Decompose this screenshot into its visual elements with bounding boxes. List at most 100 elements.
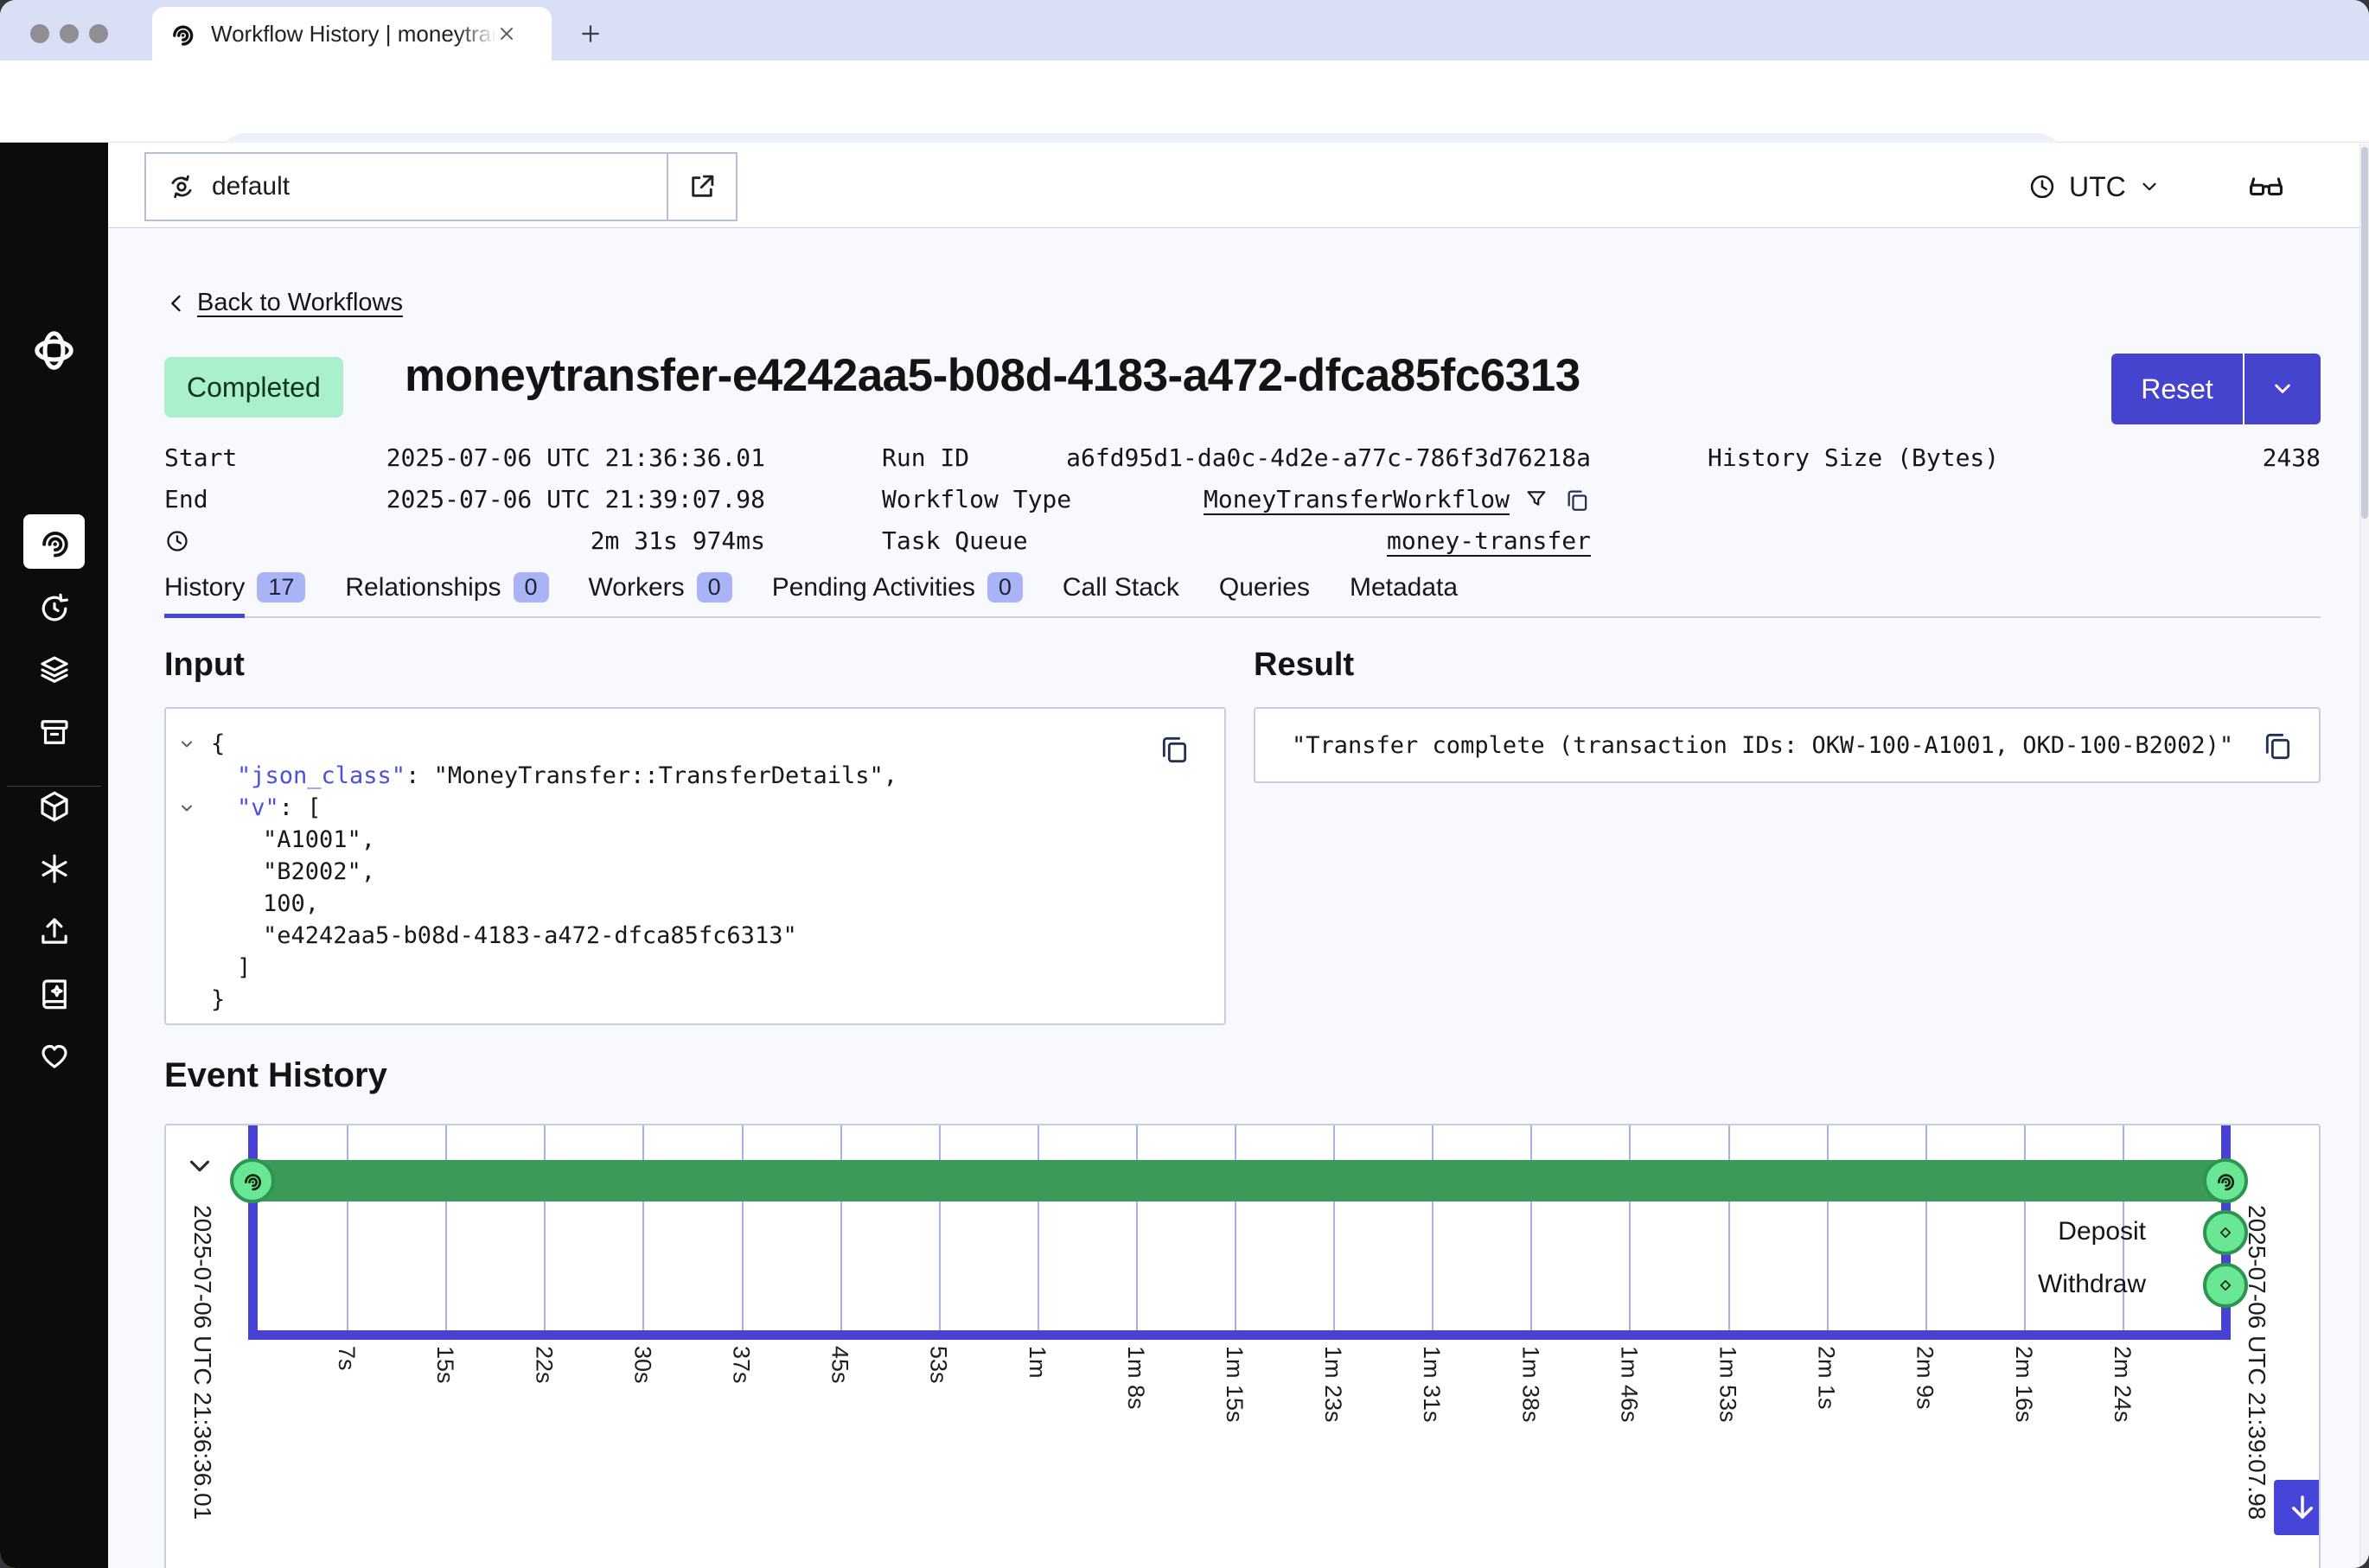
start-value: 2025-07-06 UTC 21:36:36.01 bbox=[386, 443, 765, 472]
favicon-temporal-icon bbox=[168, 19, 197, 48]
clock-icon bbox=[2027, 172, 2057, 201]
timeline-end-date-label: 2025-07-06 UTC 21:39:07.98 bbox=[2243, 1205, 2270, 1520]
new-tab-button[interactable] bbox=[578, 21, 603, 47]
workflow-tabs: History17Relationships0Workers0Pending A… bbox=[164, 572, 2321, 618]
tab-pending-activities[interactable]: Pending Activities0 bbox=[772, 572, 1023, 616]
timeline-gridline bbox=[840, 1125, 842, 1330]
temporal-logo-icon[interactable] bbox=[29, 326, 79, 375]
sidebar-item-docs[interactable] bbox=[0, 962, 108, 1024]
details-column-ids: Run ID a6fd95d1-da0c-4d2e-a77c-786f3d762… bbox=[882, 441, 1591, 558]
heart-icon bbox=[36, 1037, 73, 1074]
json-line: "v": [ bbox=[166, 792, 1224, 824]
task-queue-link[interactable]: money-transfer bbox=[1387, 526, 1591, 555]
result-copy-icon[interactable] bbox=[2260, 728, 2295, 762]
page-scrollbar-thumb[interactable] bbox=[2361, 147, 2368, 519]
timeline-tick-label: 2m 1s bbox=[1813, 1346, 1840, 1410]
workflow-start-marker[interactable] bbox=[230, 1158, 275, 1203]
tab-label: Relationships bbox=[345, 573, 501, 602]
timeline-tick-label: 2m 9s bbox=[1912, 1346, 1938, 1410]
timeline-tick-label: 2m 24s bbox=[2109, 1346, 2136, 1423]
detail-row-history-size: History Size (Bytes) 2438 bbox=[1708, 441, 2321, 475]
tab-call-stack[interactable]: Call Stack bbox=[1063, 573, 1179, 616]
tab-metadata[interactable]: Metadata bbox=[1350, 573, 1458, 616]
workflow-end-marker[interactable] bbox=[2203, 1158, 2248, 1203]
history-size-value: 2438 bbox=[2263, 443, 2321, 472]
input-json-panel: {"json_class": "MoneyTransfer::TransferD… bbox=[164, 707, 1226, 1025]
tab-label: Queries bbox=[1219, 573, 1310, 602]
labs-glasses-icon[interactable] bbox=[2246, 166, 2286, 206]
tab-label: Workers bbox=[589, 573, 685, 602]
back-to-workflows-link[interactable]: Back to Workflows bbox=[197, 289, 403, 317]
reset-button[interactable]: Reset bbox=[2111, 354, 2243, 424]
json-text: } bbox=[211, 986, 225, 1013]
duration-value: 2m 31s 974ms bbox=[591, 526, 765, 555]
chevron-left-icon bbox=[164, 291, 188, 316]
detail-row-workflow-type: Workflow Type MoneyTransferWorkflow bbox=[882, 482, 1591, 516]
withdraw-marker[interactable] bbox=[2203, 1263, 2248, 1308]
json-text: : [ bbox=[279, 794, 322, 821]
json-key: "v" bbox=[237, 794, 279, 821]
tab-workers[interactable]: Workers0 bbox=[589, 572, 732, 616]
copy-icon[interactable] bbox=[1563, 486, 1591, 513]
end-label: End bbox=[164, 485, 208, 513]
detail-row-start: Start 2025-07-06 UTC 21:36:36.01 bbox=[164, 441, 765, 475]
event-history-heading: Event History bbox=[164, 1056, 387, 1095]
spiral-icon bbox=[35, 523, 73, 561]
browser-toolbar: localhost:8080/namespaces/default/workfl… bbox=[0, 61, 2369, 143]
sidebar-item-namespaces[interactable] bbox=[0, 775, 108, 838]
input-heading: Input bbox=[164, 647, 245, 684]
namespace-external-link-icon[interactable] bbox=[668, 154, 736, 220]
json-collapse-icon[interactable] bbox=[178, 792, 195, 817]
browser-tab[interactable]: Workflow History | moneytran bbox=[152, 7, 552, 61]
deposit-marker[interactable] bbox=[2203, 1210, 2248, 1255]
timeline-tick-label: 1m 15s bbox=[1221, 1346, 1248, 1423]
tab-count-badge: 17 bbox=[257, 572, 305, 602]
detail-row-end: End 2025-07-06 UTC 21:39:07.98 bbox=[164, 482, 765, 516]
tab-queries[interactable]: Queries bbox=[1219, 573, 1310, 616]
timeline-gridline bbox=[347, 1125, 348, 1330]
tab-close-icon[interactable] bbox=[496, 23, 517, 44]
timeline-gridline bbox=[1530, 1125, 1532, 1330]
timeline-gridline bbox=[445, 1125, 447, 1330]
sidebar-item-schedules[interactable] bbox=[0, 577, 108, 639]
traffic-light-zoom[interactable] bbox=[89, 24, 108, 43]
filter-icon[interactable] bbox=[1523, 487, 1549, 513]
json-line: 100, bbox=[166, 888, 1224, 920]
sidebar-item-deployments[interactable] bbox=[0, 639, 108, 701]
timezone-selector[interactable]: UTC bbox=[2027, 164, 2161, 209]
tab-history[interactable]: History17 bbox=[164, 572, 305, 616]
event-history-timeline: 7s15s22s30s37s45s53s1m1m 8s1m 15s1m 23s1… bbox=[164, 1124, 2321, 1568]
timeline-collapse-icon[interactable] bbox=[183, 1150, 216, 1182]
timeline-gridline bbox=[1432, 1125, 1434, 1330]
scroll-to-bottom-button[interactable] bbox=[2274, 1480, 2321, 1535]
json-collapse-icon[interactable] bbox=[178, 728, 195, 753]
namespace-selector[interactable]: default bbox=[144, 152, 738, 221]
namespace-switch-icon bbox=[165, 170, 198, 203]
sidebar-item-batch-operations[interactable] bbox=[0, 701, 108, 763]
tab-relationships[interactable]: Relationships0 bbox=[345, 572, 548, 616]
task-queue-label: Task Queue bbox=[882, 526, 1028, 555]
sidebar-item-workflows[interactable] bbox=[23, 514, 85, 569]
book-icon bbox=[36, 975, 73, 1011]
run-id-value: a6fd95d1-da0c-4d2e-a77c-786f3d76218a bbox=[1066, 443, 1591, 472]
workflow-type-link[interactable]: MoneyTransferWorkflow bbox=[1204, 485, 1510, 513]
reset-menu-button[interactable] bbox=[2243, 354, 2321, 424]
sidebar-item-feedback[interactable] bbox=[0, 1024, 108, 1087]
breadcrumb: Back to Workflows bbox=[164, 289, 403, 317]
archive-icon bbox=[36, 714, 73, 750]
sidebar-item-import[interactable] bbox=[0, 900, 108, 962]
detail-row-task-queue: Task Queue money-transfer bbox=[882, 524, 1591, 558]
reset-split-button: Reset bbox=[2111, 354, 2321, 424]
traffic-light-close[interactable] bbox=[30, 24, 49, 43]
withdraw-label: Withdraw bbox=[1636, 1270, 2146, 1299]
timeline-tick-label: 1m bbox=[1024, 1346, 1050, 1379]
json-line: "A1001", bbox=[166, 824, 1224, 856]
timeline-tick-label: 1m 53s bbox=[1714, 1346, 1741, 1423]
timezone-label: UTC bbox=[2069, 171, 2126, 203]
workflow-execution-span[interactable] bbox=[252, 1160, 2225, 1201]
traffic-light-minimize[interactable] bbox=[60, 24, 79, 43]
timeline-tick-label: 1m 31s bbox=[1418, 1346, 1445, 1423]
sidebar-item-nexus[interactable] bbox=[0, 838, 108, 900]
timeline-gridline bbox=[742, 1125, 744, 1330]
tab-count-badge: 0 bbox=[987, 572, 1023, 602]
